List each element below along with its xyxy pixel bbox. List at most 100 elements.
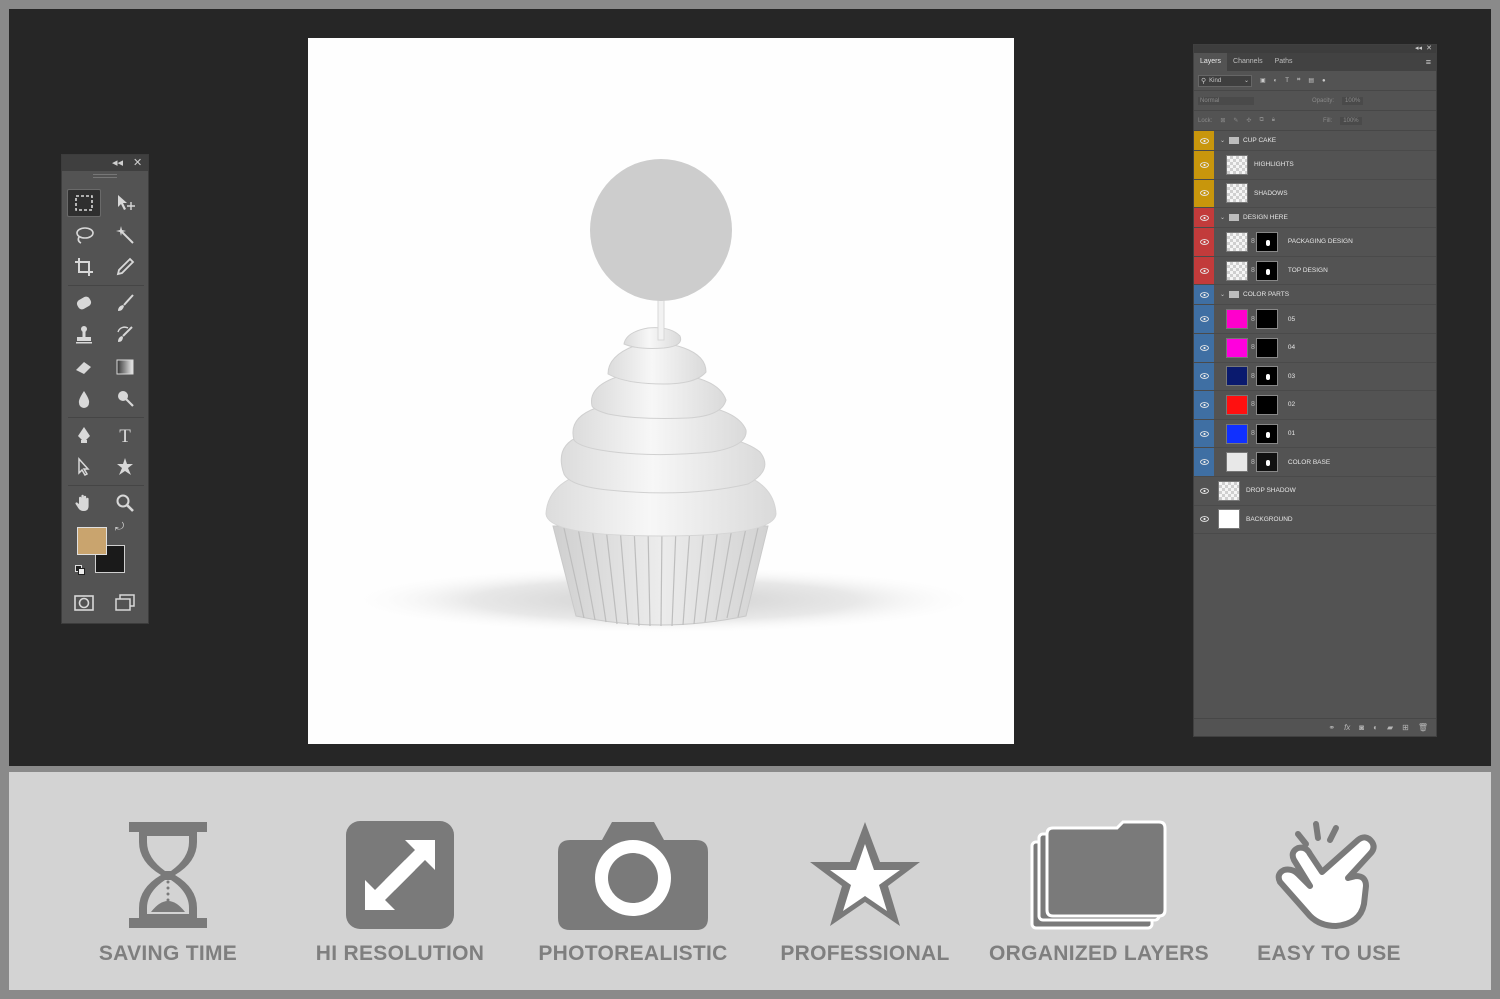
layer-row[interactable]: 8 03 bbox=[1194, 362, 1436, 392]
quick-mask-button[interactable] bbox=[67, 589, 101, 617]
foreground-color-swatch[interactable] bbox=[77, 527, 107, 555]
pixel-filter-icon[interactable]: ▣ bbox=[1260, 77, 1266, 84]
filter-toggle-icon[interactable]: ● bbox=[1322, 78, 1326, 84]
layer-mask-thumbnail[interactable] bbox=[1255, 260, 1278, 281]
tab-channels[interactable]: Channels bbox=[1227, 53, 1269, 71]
link-icon[interactable]: 8 bbox=[1251, 238, 1255, 245]
visibility-toggle[interactable] bbox=[1194, 228, 1214, 256]
visibility-toggle[interactable] bbox=[1194, 419, 1214, 448]
link-icon[interactable]: 8 bbox=[1251, 344, 1255, 351]
layer-mask-thumbnail[interactable] bbox=[1255, 394, 1278, 415]
layer-row[interactable]: 8 01 bbox=[1194, 419, 1436, 449]
close-icon[interactable]: ✕ bbox=[1426, 44, 1432, 52]
stamp-tool[interactable] bbox=[67, 321, 101, 349]
brush-tool[interactable] bbox=[108, 289, 142, 317]
layer-mask-thumbnail[interactable] bbox=[1255, 366, 1278, 387]
chevron-down-icon[interactable]: ⌄ bbox=[1220, 291, 1225, 298]
lasso-tool[interactable] bbox=[67, 221, 101, 249]
layer-row[interactable]: 8 02 bbox=[1194, 391, 1436, 420]
adjustment-layer-icon[interactable]: ◐ bbox=[1373, 723, 1378, 732]
zoom-tool[interactable] bbox=[108, 489, 142, 517]
layer-row[interactable]: 8 COLOR BASE bbox=[1194, 448, 1436, 477]
layer-group-row[interactable]: ⌄ COLOR PARTS bbox=[1194, 285, 1436, 306]
marquee-tool[interactable] bbox=[67, 189, 101, 217]
opacity-field[interactable]: 100% bbox=[1342, 96, 1364, 105]
type-tool[interactable]: T bbox=[108, 421, 142, 449]
link-layers-icon[interactable]: ⚭ bbox=[1328, 723, 1335, 732]
screen-mode-button[interactable] bbox=[108, 589, 142, 617]
eyedropper-tool[interactable] bbox=[108, 253, 142, 281]
visibility-toggle[interactable] bbox=[1194, 151, 1214, 179]
eraser-tool[interactable] bbox=[67, 353, 101, 381]
healing-tool[interactable] bbox=[67, 289, 101, 317]
visibility-toggle[interactable] bbox=[1194, 362, 1214, 391]
visibility-toggle[interactable] bbox=[1194, 391, 1214, 419]
shape-tool[interactable] bbox=[108, 453, 142, 481]
link-icon[interactable]: 8 bbox=[1251, 316, 1255, 323]
chevron-down-icon[interactable]: ⌄ bbox=[1220, 214, 1225, 221]
layer-mask-thumbnail[interactable] bbox=[1255, 309, 1278, 330]
visibility-toggle[interactable] bbox=[1194, 333, 1214, 362]
collapse-icon[interactable]: ◂◂ bbox=[1415, 44, 1422, 52]
lock-pixels-icon[interactable]: ⊠ bbox=[1220, 117, 1225, 124]
swap-colors-icon[interactable]: ⤾ bbox=[115, 521, 124, 534]
visibility-toggle[interactable] bbox=[1194, 506, 1214, 534]
layer-row[interactable]: DROP SHADOW bbox=[1194, 477, 1436, 506]
layer-row[interactable]: HIGHLIGHTS bbox=[1194, 151, 1436, 180]
collapse-icon[interactable]: ◂◂ bbox=[112, 156, 123, 169]
visibility-toggle[interactable] bbox=[1194, 179, 1214, 208]
gradient-tool[interactable] bbox=[108, 353, 142, 381]
close-icon[interactable]: ✕ bbox=[133, 156, 142, 169]
new-group-icon[interactable]: ▰ bbox=[1387, 723, 1393, 732]
magic-wand-tool[interactable] bbox=[108, 221, 142, 249]
tab-paths[interactable]: Paths bbox=[1269, 53, 1299, 71]
pen-tool[interactable] bbox=[67, 421, 101, 449]
history-brush-tool[interactable] bbox=[108, 321, 142, 349]
layer-group-row[interactable]: ⌄ DESIGN HERE bbox=[1194, 208, 1436, 229]
link-icon[interactable]: 8 bbox=[1251, 267, 1255, 274]
layer-row[interactable]: 8 05 bbox=[1194, 305, 1436, 334]
dodge-tool[interactable] bbox=[108, 385, 142, 413]
layer-style-icon[interactable]: fx bbox=[1344, 723, 1350, 732]
link-icon[interactable]: 8 bbox=[1251, 430, 1255, 437]
smart-object-filter-icon[interactable]: ▤ bbox=[1308, 77, 1314, 84]
link-icon[interactable]: 8 bbox=[1251, 401, 1255, 408]
visibility-toggle[interactable] bbox=[1194, 256, 1214, 285]
layer-mask-thumbnail[interactable] bbox=[1255, 423, 1278, 444]
layer-row[interactable]: 8 PACKAGING DESIGN bbox=[1194, 228, 1436, 257]
default-colors-icon[interactable] bbox=[75, 565, 85, 575]
move-tool[interactable] bbox=[108, 189, 142, 217]
visibility-toggle[interactable] bbox=[1194, 448, 1214, 476]
fill-field[interactable]: 100% bbox=[1340, 116, 1362, 125]
chevron-down-icon[interactable]: ⌄ bbox=[1220, 137, 1225, 144]
layer-mask-thumbnail[interactable] bbox=[1255, 337, 1278, 358]
crop-tool[interactable] bbox=[67, 253, 101, 281]
visibility-toggle[interactable] bbox=[1194, 477, 1214, 505]
hand-tool[interactable] bbox=[67, 489, 101, 517]
filter-kind-select[interactable]: ⚲ Kind ⌄ bbox=[1198, 74, 1252, 87]
blur-tool[interactable] bbox=[67, 385, 101, 413]
link-icon[interactable]: 8 bbox=[1251, 373, 1255, 380]
layer-row[interactable]: 8 04 bbox=[1194, 333, 1436, 363]
delete-layer-icon[interactable]: 🗑︎ bbox=[1418, 723, 1428, 732]
layer-row[interactable]: 8 TOP DESIGN bbox=[1194, 256, 1436, 286]
lock-artboard-icon[interactable]: ⧉ bbox=[1259, 117, 1263, 124]
link-icon[interactable]: 8 bbox=[1251, 459, 1255, 466]
lock-all-icon[interactable]: 🔒︎ bbox=[1272, 117, 1275, 124]
adjustment-filter-icon[interactable]: ◐ bbox=[1274, 78, 1278, 84]
document-canvas[interactable] bbox=[308, 38, 1014, 744]
visibility-toggle[interactable] bbox=[1194, 285, 1214, 305]
path-select-tool[interactable] bbox=[67, 453, 101, 481]
add-mask-icon[interactable]: ◙ bbox=[1359, 723, 1364, 732]
panel-grip[interactable] bbox=[93, 174, 117, 178]
layer-group-row[interactable]: ⌄ CUP CAKE bbox=[1194, 131, 1436, 151]
blend-mode-select[interactable]: Normal bbox=[1198, 96, 1254, 105]
lock-position-icon[interactable]: ✣ bbox=[1246, 117, 1251, 124]
visibility-toggle[interactable] bbox=[1194, 208, 1214, 228]
type-filter-icon[interactable]: T bbox=[1285, 78, 1289, 84]
visibility-toggle[interactable] bbox=[1194, 131, 1214, 150]
tab-layers[interactable]: Layers bbox=[1194, 53, 1228, 71]
layer-mask-thumbnail[interactable] bbox=[1255, 452, 1278, 473]
layer-row[interactable]: SHADOWS bbox=[1194, 179, 1436, 209]
layer-mask-thumbnail[interactable] bbox=[1255, 231, 1278, 252]
